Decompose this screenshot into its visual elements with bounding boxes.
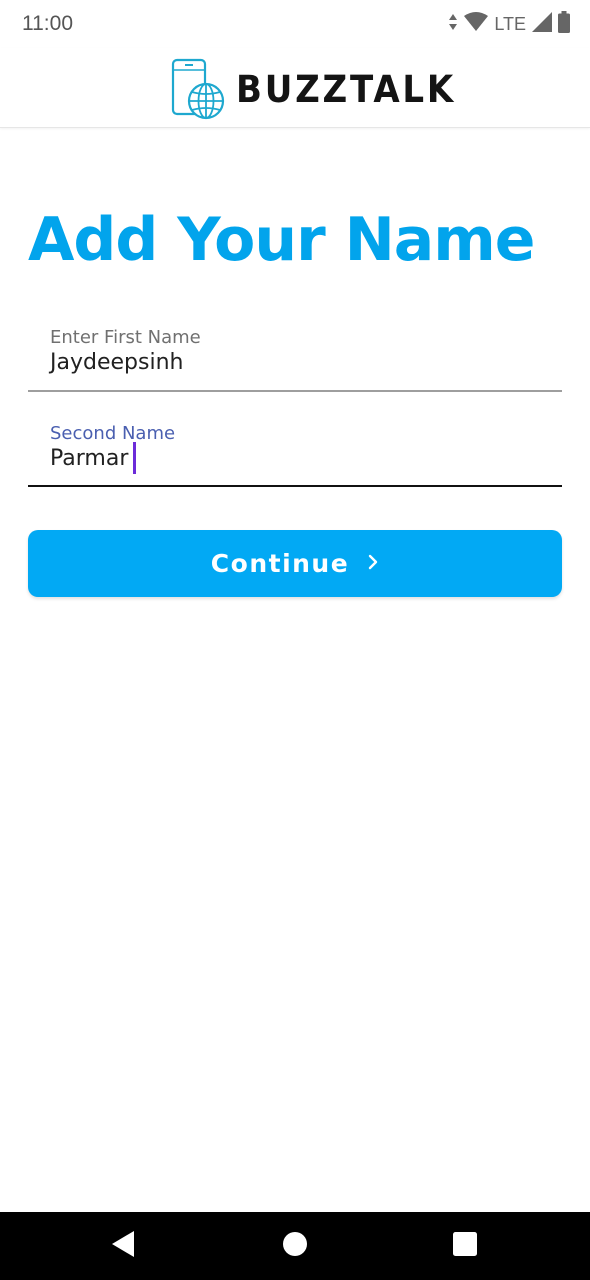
signal-icon — [532, 12, 552, 36]
page-title: Add Your Name — [28, 205, 535, 275]
first-name-input[interactable]: Jaydeepsinh — [50, 350, 183, 375]
home-icon — [282, 1231, 308, 1261]
status-bar: 11:00 4 LTE — [0, 0, 590, 48]
network-type: LTE — [494, 13, 526, 34]
first-name-field[interactable]: Enter First Name Jaydeepsinh — [28, 320, 562, 392]
svg-text:4: 4 — [480, 23, 486, 32]
second-name-underline — [28, 485, 562, 487]
first-name-label: Enter First Name — [50, 327, 201, 348]
back-icon — [110, 1230, 136, 1262]
second-name-label: Second Name — [50, 423, 176, 444]
chevron-right-icon — [367, 554, 379, 573]
first-name-underline — [28, 390, 562, 392]
phone-globe-icon — [170, 58, 226, 122]
home-button[interactable] — [255, 1212, 335, 1280]
recents-icon — [452, 1231, 478, 1261]
status-time: 11:00 — [22, 12, 73, 35]
continue-button[interactable]: Continue — [28, 530, 562, 597]
brand-name: BUZZTALK — [236, 68, 457, 111]
app-header: BUZZTALK — [0, 48, 590, 128]
second-name-field[interactable]: Second Name Parmar — [28, 416, 562, 488]
wifi-icon: 4 — [464, 12, 489, 36]
text-cursor — [133, 442, 137, 474]
second-name-value: Parmar — [50, 445, 129, 471]
second-name-input[interactable]: Parmar — [50, 442, 137, 474]
continue-label: Continue — [210, 549, 350, 578]
battery-icon — [558, 11, 570, 37]
back-button[interactable] — [83, 1212, 163, 1280]
data-arrows-icon — [448, 13, 458, 35]
status-icons: 4 LTE — [448, 11, 570, 37]
recents-button[interactable] — [425, 1212, 505, 1280]
navigation-bar — [0, 1212, 590, 1280]
